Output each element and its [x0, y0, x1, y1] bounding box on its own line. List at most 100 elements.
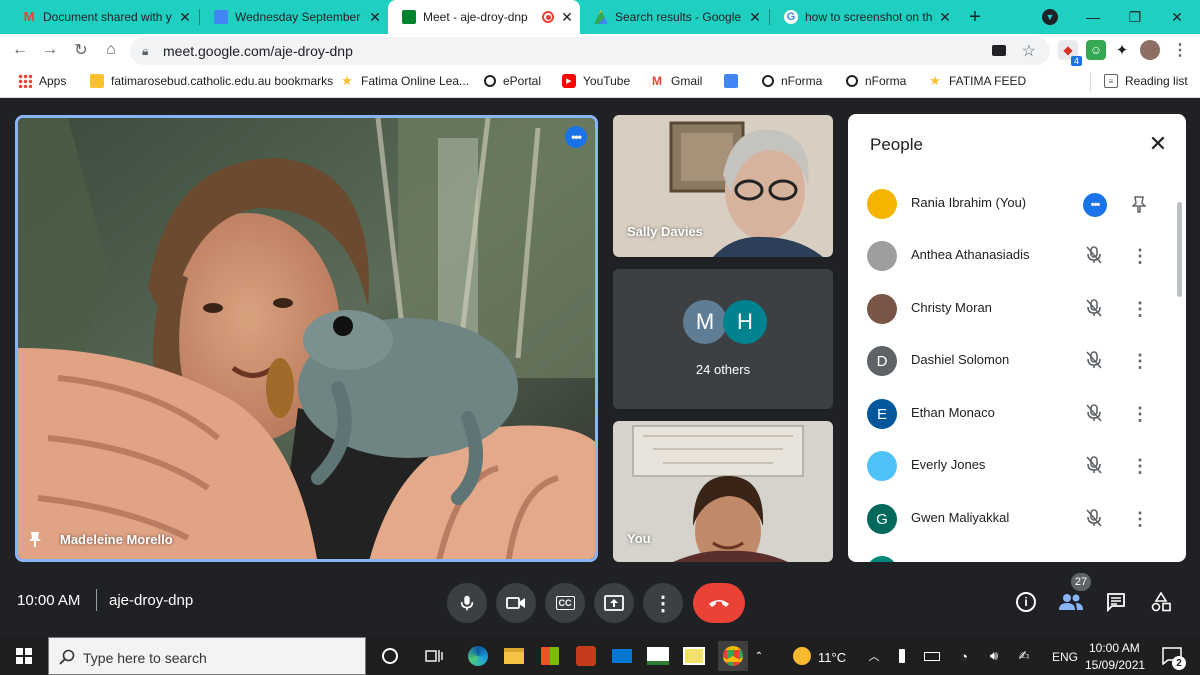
more-options-icon[interactable]: ⋮ — [1131, 508, 1149, 530]
tab-google-search[interactable]: G how to screenshot on thi ✕ — [770, 0, 958, 34]
app-icon[interactable] — [682, 644, 706, 668]
more-options-button[interactable]: ⋮ — [643, 583, 683, 623]
language-indicator[interactable]: ENG — [1052, 650, 1078, 664]
leave-call-button[interactable] — [693, 583, 745, 623]
tab-drive[interactable]: Search results - Google Dr ✕ — [580, 0, 768, 34]
notification-icon[interactable]: 2 — [1160, 644, 1186, 670]
participant-row[interactable]: Everly Jones ⋮ — [848, 441, 1186, 493]
captions-button[interactable]: CC — [545, 583, 585, 623]
back-icon[interactable]: ← — [10, 40, 30, 60]
participant-row[interactable]: Christy Moran ⋮ — [848, 284, 1186, 336]
participant-row[interactable]: G Gwen Maliyakkal ⋮ — [848, 494, 1186, 546]
bookmark-youtube[interactable]: ▶ YouTube — [562, 74, 630, 88]
tab-search-button[interactable]: ▼ — [1030, 0, 1070, 34]
mail-icon[interactable] — [610, 644, 634, 668]
close-icon[interactable]: ✕ — [560, 9, 574, 26]
extension-icon[interactable]: ◆ 4 — [1058, 40, 1082, 66]
bookmark-star-icon[interactable]: ☆ — [1022, 41, 1036, 61]
windows-start-icon[interactable] — [12, 644, 36, 668]
close-window-button[interactable]: ✕ — [1154, 0, 1200, 34]
close-icon[interactable]: ✕ — [1146, 131, 1170, 156]
bookmark-apps[interactable]: Apps — [18, 74, 66, 88]
video-tile-sally[interactable]: Sally Davies — [613, 115, 833, 257]
close-icon[interactable]: ✕ — [748, 9, 762, 26]
wifi-icon[interactable]: ◔ — [952, 644, 976, 668]
tab-gmail[interactable]: M Document shared with yo ✕ — [8, 0, 198, 34]
volume-icon[interactable]: 🔊︎ — [982, 644, 1006, 668]
avatar: G — [867, 504, 897, 534]
address-bar[interactable]: 🔒︎ meet.google.com/aje-droy-dnp ☆ — [130, 37, 1050, 65]
chat-button[interactable] — [1102, 588, 1130, 616]
forward-icon[interactable]: → — [40, 40, 60, 60]
extension-icon[interactable]: ☺ — [1086, 40, 1106, 60]
participant-row[interactable]: Rania Ibrahim (You) ••• — [848, 179, 1186, 231]
participant-row[interactable]: D Dashiel Solomon ⋮ — [848, 336, 1186, 388]
usb-icon[interactable] — [890, 644, 914, 668]
close-icon[interactable]: ✕ — [368, 9, 382, 26]
bookmark-docs[interactable] — [724, 74, 745, 88]
profile-avatar[interactable] — [1140, 40, 1160, 60]
more-options-icon[interactable]: ⋮ — [1131, 298, 1149, 320]
file-explorer-icon[interactable] — [502, 644, 526, 668]
camera-icon[interactable] — [992, 45, 1006, 56]
pen-icon[interactable]: ✍︎ — [1012, 644, 1036, 668]
store-icon[interactable] — [538, 644, 562, 668]
avatar-h: H — [723, 300, 767, 344]
close-icon[interactable]: ✕ — [178, 9, 192, 26]
new-tab-button[interactable]: + — [960, 0, 990, 34]
clock-time[interactable]: 10:00 AM — [1089, 641, 1140, 655]
cortana-icon[interactable] — [378, 644, 402, 668]
pin-icon[interactable] — [1132, 195, 1146, 213]
chevron-up-icon[interactable]: ︿ — [862, 644, 886, 668]
more-options-icon[interactable]: ⋮ — [1131, 403, 1149, 425]
tab-meet[interactable]: Meet - aje-droy-dnp ✕ — [388, 0, 580, 34]
eportal-icon — [484, 75, 496, 87]
taskbar-search-input[interactable]: Type here to search — [48, 637, 366, 675]
chevron-up-icon[interactable]: ⌃ — [752, 644, 766, 668]
tab-docs[interactable]: Wednesday September 15 ✕ — [200, 0, 388, 34]
bookmark-nforma[interactable]: nForma — [762, 74, 822, 88]
microphone-button[interactable] — [447, 583, 487, 623]
menu-kebab-icon[interactable]: ⋮ — [1170, 40, 1190, 60]
reading-list[interactable]: ≡ Reading list — [1104, 74, 1188, 88]
bookmark-folder[interactable]: fatimarosebud.catholic.edu.au bookmarks — [90, 74, 333, 88]
edge-icon[interactable] — [466, 644, 490, 668]
bookmark-fatima-feed[interactable]: ★ FATIMA FEED — [928, 73, 1026, 88]
weather-sun-icon[interactable] — [790, 644, 814, 668]
more-options-icon[interactable]: ••• — [1083, 193, 1107, 217]
video-tile-you[interactable]: You — [613, 421, 833, 562]
app-icon[interactable] — [574, 644, 598, 668]
bookmark-fatima-online[interactable]: ★ Fatima Online Lea... — [340, 73, 469, 88]
more-options-icon[interactable]: ⋮ — [1131, 245, 1149, 267]
home-icon[interactable]: ⌂ — [101, 40, 121, 60]
bookmark-eportal[interactable]: ePortal — [484, 74, 541, 88]
bookmark-gmail[interactable]: M Gmail — [650, 74, 702, 88]
tile-options-icon[interactable]: ••• — [565, 126, 587, 148]
battery-icon[interactable] — [920, 644, 944, 668]
reload-icon[interactable]: ↻ — [71, 40, 91, 60]
activities-button[interactable] — [1147, 588, 1175, 616]
bookmark-nforma[interactable]: nForma — [846, 74, 906, 88]
puzzle-icon[interactable]: ✦ — [1112, 40, 1132, 60]
participant-row[interactable]: Anthea Athanasiadis ⋮ — [848, 231, 1186, 283]
present-button[interactable] — [594, 583, 634, 623]
main-video-tile[interactable]: ••• Madeleine Morello — [15, 115, 598, 562]
camera-button[interactable] — [496, 583, 536, 623]
restore-button[interactable]: ❐ — [1112, 0, 1158, 34]
url-text[interactable]: meet.google.com/aje-droy-dnp — [163, 43, 353, 59]
close-icon[interactable]: ✕ — [938, 9, 952, 26]
more-options-icon[interactable]: ⋮ — [1131, 455, 1149, 477]
task-view-icon[interactable] — [422, 644, 446, 668]
more-options-icon[interactable]: ⋮ — [1131, 350, 1149, 372]
people-button[interactable] — [1057, 588, 1085, 616]
others-tile[interactable]: M H 24 others — [613, 269, 833, 409]
participant-row[interactable]: E Ethan Monaco ⋮ — [848, 389, 1186, 441]
clock-date[interactable]: 15/09/2021 — [1085, 658, 1145, 672]
divider — [1090, 72, 1091, 92]
chrome-icon[interactable] — [718, 641, 748, 671]
minimize-button[interactable]: — — [1070, 0, 1116, 34]
app-icon[interactable] — [646, 644, 670, 668]
panel-scrollbar[interactable] — [1177, 202, 1182, 297]
weather-temperature[interactable]: 11°C — [818, 650, 846, 665]
meeting-details-button[interactable]: i — [1012, 588, 1040, 616]
